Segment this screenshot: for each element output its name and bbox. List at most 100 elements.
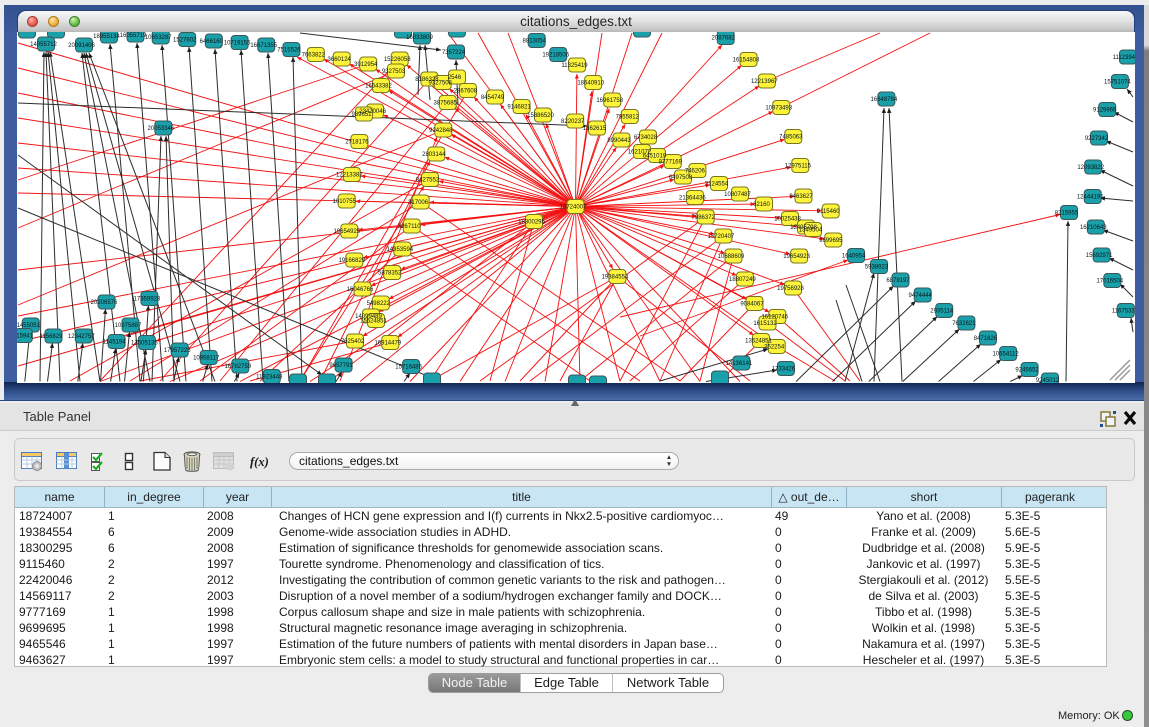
svg-text:12213967: 12213967: [751, 79, 778, 85]
svg-text:f(x): f(x): [250, 455, 269, 469]
svg-text:9245652: 9245652: [1015, 368, 1039, 374]
svg-text:9227342: 9227342: [1085, 136, 1109, 142]
svg-text:9463627: 9463627: [789, 194, 813, 200]
svg-text:16120746: 16120746: [761, 315, 788, 321]
svg-text:11123944: 11123944: [1113, 55, 1135, 61]
svg-text:9146821: 9146821: [507, 105, 531, 111]
svg-text:8454749: 8454749: [481, 95, 505, 101]
svg-text:18640910: 18640910: [577, 81, 604, 87]
svg-text:12505135: 12505135: [131, 341, 158, 347]
svg-text:10958117: 10958117: [193, 356, 220, 362]
svg-text:8427552: 8427552: [416, 178, 440, 184]
svg-text:19384554: 19384554: [602, 275, 629, 281]
svg-text:16055719: 16055719: [120, 33, 147, 39]
svg-text:18724007: 18724007: [560, 205, 587, 211]
svg-text:746206: 746206: [685, 169, 706, 175]
svg-text:2803144: 2803144: [422, 152, 446, 158]
svg-text:9129966: 9129966: [1093, 108, 1117, 114]
svg-text:8220237: 8220237: [561, 119, 585, 125]
svg-text:5938923: 5938923: [865, 265, 889, 271]
svg-text:12213382: 12213382: [336, 173, 363, 179]
svg-text:17957225: 17957225: [164, 348, 191, 354]
svg-text:6497508: 6497508: [669, 175, 693, 181]
svg-text:1733426: 1733426: [772, 367, 796, 373]
svg-text:18955134: 18955134: [93, 34, 120, 40]
svg-text:317006: 317006: [408, 200, 429, 206]
svg-text:6466160: 6466160: [200, 39, 224, 45]
svg-text:7986372: 7986372: [692, 215, 716, 221]
svg-text:2867608: 2867608: [454, 89, 478, 95]
svg-text:6879197: 6879197: [886, 278, 910, 284]
svg-text:15226058: 15226058: [384, 57, 411, 63]
svg-text:3875685: 3875685: [434, 101, 458, 107]
svg-text:989651: 989651: [351, 112, 372, 118]
svg-text:17359928: 17359928: [134, 297, 161, 303]
svg-text:3912954: 3912954: [354, 62, 378, 68]
svg-text:20053346: 20053346: [147, 126, 174, 132]
svg-text:9777169: 9777169: [659, 160, 683, 166]
svg-text:16154808: 16154808: [733, 58, 760, 64]
svg-text:19218506: 19218506: [542, 53, 569, 59]
svg-text:17016504: 17016504: [1096, 279, 1123, 285]
svg-text:16961758: 16961758: [596, 98, 623, 104]
svg-text:10654112: 10654112: [992, 352, 1019, 358]
svg-text:19654923: 19654923: [783, 254, 810, 260]
svg-text:16210643: 16210643: [1080, 225, 1107, 231]
svg-text:16543382: 16543382: [365, 84, 392, 90]
svg-text:19166829: 19166829: [338, 258, 365, 264]
svg-text:8990443: 8990443: [607, 138, 631, 144]
svg-text:6734028: 6734028: [634, 135, 658, 141]
svg-text:8471626: 8471626: [974, 336, 998, 342]
svg-text:8813054: 8813054: [523, 39, 547, 45]
svg-text:1167533: 1167533: [1112, 309, 1135, 315]
svg-text:1455051: 1455051: [17, 323, 41, 329]
svg-text:9242848: 9242848: [429, 128, 453, 134]
svg-text:7357224: 7357224: [442, 50, 466, 56]
svg-text:15716485: 15716485: [395, 365, 422, 371]
svg-text:7663822: 7663822: [302, 53, 326, 59]
svg-text:1349504: 1349504: [799, 228, 823, 234]
svg-text:2546: 2546: [448, 75, 462, 81]
svg-text:10719155: 10719155: [224, 41, 251, 47]
svg-text:20091406: 20091406: [68, 43, 95, 49]
svg-text:12975115: 12975115: [785, 164, 812, 170]
svg-text:14136141: 14136141: [726, 361, 753, 367]
svg-text:5498222: 5498222: [367, 301, 391, 307]
svg-text:16914479: 16914479: [374, 341, 401, 347]
svg-text:11325419: 11325419: [561, 63, 588, 69]
svg-text:7515526: 7515526: [277, 48, 301, 54]
svg-text:10807487: 10807487: [724, 192, 751, 198]
svg-text:15886520: 15886520: [527, 113, 554, 119]
svg-text:12444191: 12444191: [1077, 195, 1104, 201]
svg-text:10973493: 10973493: [765, 106, 792, 112]
svg-text:3267110: 3267110: [398, 224, 422, 230]
svg-text:2935114: 2935114: [930, 309, 954, 315]
svg-text:9245012: 9245012: [1036, 378, 1060, 382]
svg-text:15692971: 15692971: [1086, 253, 1113, 259]
svg-text:16671355: 16671355: [250, 43, 277, 49]
svg-text:7955812: 7955812: [616, 115, 640, 121]
svg-text:18807249: 18807249: [729, 277, 756, 283]
svg-text:10688609: 10688609: [718, 254, 745, 260]
svg-text:7485063: 7485063: [779, 135, 803, 141]
svg-text:10653287: 10653287: [145, 35, 172, 41]
svg-text:8215955: 8215955: [1055, 211, 1079, 217]
svg-text:11923448: 11923448: [256, 375, 283, 381]
svg-text:2087682: 2087682: [712, 36, 736, 42]
svg-text:14055712: 14055712: [30, 42, 57, 48]
svg-text:9699695: 9699695: [819, 238, 843, 244]
svg-text:15751074: 15751074: [1104, 80, 1131, 86]
svg-text:21364436: 21364436: [679, 196, 706, 202]
svg-text:19654925: 19654925: [333, 229, 360, 235]
svg-text:62160: 62160: [753, 202, 770, 208]
svg-text:7632621: 7632621: [952, 321, 976, 327]
svg-text:10025438: 10025438: [774, 217, 801, 223]
svg-text:12093822: 12093822: [1077, 165, 1104, 171]
svg-text:9474444: 9474444: [909, 293, 933, 299]
svg-text:16648784: 16648784: [871, 97, 898, 103]
svg-text:18300295: 18300295: [518, 220, 545, 226]
svg-text:9084067: 9084067: [740, 302, 764, 308]
svg-text:14353594: 14353594: [386, 247, 413, 253]
svg-text:1527602: 1527602: [173, 38, 197, 44]
svg-text:9327508: 9327508: [429, 81, 453, 87]
